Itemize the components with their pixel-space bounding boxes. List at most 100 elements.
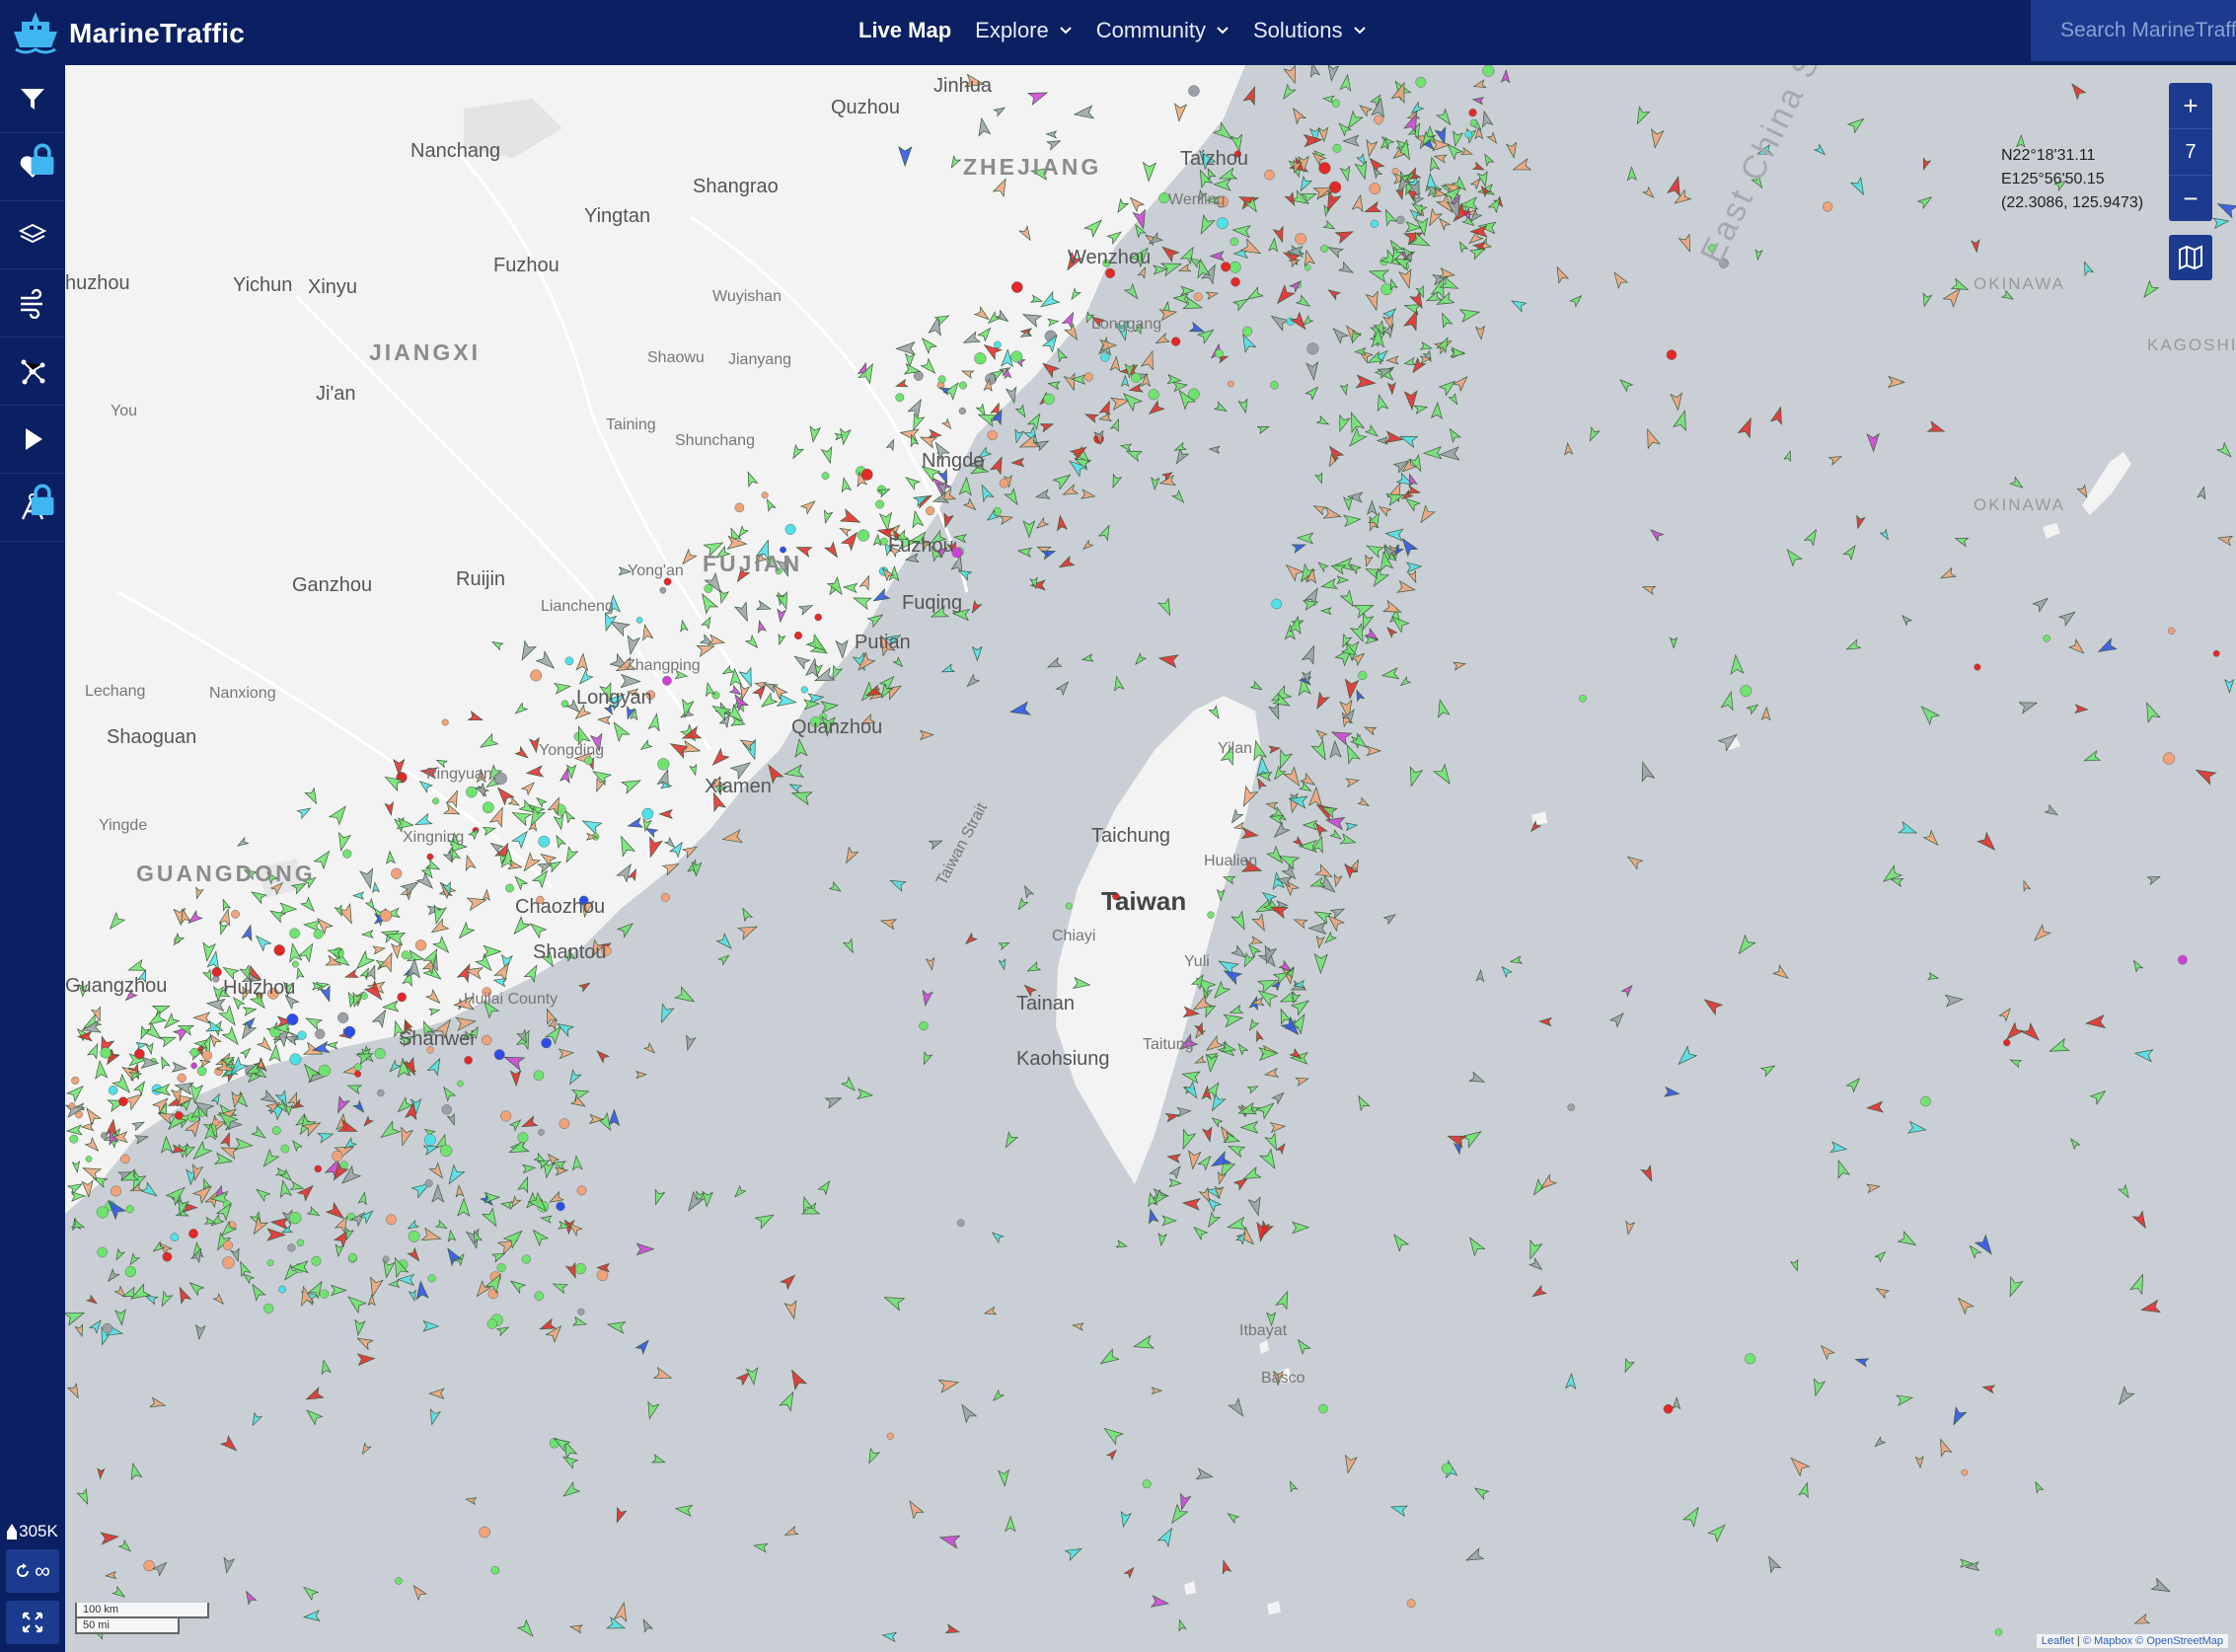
my-fleets-button[interactable] bbox=[0, 133, 65, 201]
anchored-vessel-marker bbox=[441, 1104, 452, 1115]
map-label: Nanchang bbox=[410, 140, 501, 162]
live-map[interactable]: Jinhua Quzhou Nanchang ZHEJIANG Shangrao… bbox=[65, 65, 2236, 1652]
map-label: Xingning bbox=[403, 829, 465, 846]
map-label: Quanzhou bbox=[791, 716, 883, 738]
anchored-vessel-marker bbox=[170, 1233, 180, 1242]
anchored-vessel-marker bbox=[1229, 261, 1241, 273]
cursor-coordinates: N22°18'31.11 E125°56'50.15 (22.3086, 125… bbox=[2001, 144, 2143, 215]
anchored-vessel-marker bbox=[1221, 262, 1231, 272]
fullscreen-button[interactable] bbox=[6, 1601, 59, 1644]
map-label: Zhangping bbox=[626, 657, 701, 674]
anchored-vessel-marker bbox=[1142, 1479, 1152, 1489]
map-label: Itbayat bbox=[1239, 1322, 1288, 1339]
anchored-vessel-marker bbox=[102, 1322, 112, 1334]
anchored-vessel-marker bbox=[1230, 276, 1240, 287]
brand[interactable]: MarineTraffic bbox=[10, 6, 245, 61]
anchored-vessel-marker bbox=[211, 966, 222, 978]
layers-button[interactable] bbox=[0, 201, 65, 269]
anchored-vessel-marker bbox=[96, 1206, 109, 1219]
anchored-vessel-marker bbox=[177, 1073, 186, 1083]
map-label: Shaowu bbox=[647, 349, 705, 366]
coord-lat: N22°18'31.11 bbox=[2001, 147, 2096, 164]
anchored-vessel-marker bbox=[974, 352, 987, 365]
anchored-vessel-marker bbox=[97, 1246, 108, 1258]
anchored-vessel-marker bbox=[337, 1012, 349, 1023]
anchored-vessel-marker bbox=[188, 1229, 198, 1239]
anchored-vessel-marker bbox=[541, 1037, 553, 1049]
search-box[interactable] bbox=[2031, 0, 2236, 61]
weather-button[interactable] bbox=[0, 269, 65, 338]
anchored-vessel-marker bbox=[278, 1285, 286, 1294]
anchored-vessel-marker bbox=[1242, 326, 1253, 337]
anchored-vessel-marker bbox=[280, 1144, 290, 1154]
anchored-vessel-marker bbox=[2003, 1038, 2011, 1047]
anchored-vessel-marker bbox=[222, 1239, 233, 1250]
anchored-vessel-marker bbox=[189, 1047, 199, 1057]
map-label: You bbox=[111, 403, 137, 419]
map-label: OKINAWA bbox=[1974, 274, 2066, 293]
anchored-vessel-marker bbox=[659, 586, 667, 594]
attribution-leaflet-link[interactable]: Leaflet bbox=[2042, 1635, 2074, 1647]
chevron-down-icon bbox=[1060, 27, 1072, 35]
nav-live-map[interactable]: Live Map bbox=[858, 18, 951, 43]
filters-button[interactable] bbox=[0, 65, 65, 133]
anchored-vessel-marker bbox=[125, 1205, 134, 1214]
anchored-vessel-marker bbox=[1065, 902, 1073, 910]
anchored-vessel-marker bbox=[68, 1102, 76, 1109]
anchored-vessel-marker bbox=[289, 1053, 302, 1066]
anchored-vessel-marker bbox=[1010, 281, 1023, 293]
zoom-level: 7 bbox=[2169, 129, 2212, 176]
anchored-vessel-marker bbox=[556, 1201, 565, 1212]
anchored-vessel-marker bbox=[332, 1150, 343, 1163]
zoom-out-button[interactable]: − bbox=[2169, 176, 2212, 221]
chevron-down-icon bbox=[1217, 27, 1229, 35]
measure-button[interactable] bbox=[0, 474, 65, 542]
anchored-vessel-marker bbox=[958, 381, 967, 390]
left-toolbar: 305K ∞ bbox=[0, 65, 65, 1652]
anchored-vessel-marker bbox=[2167, 627, 2176, 636]
map-icon bbox=[2179, 245, 2202, 270]
anchored-vessel-marker bbox=[500, 1110, 512, 1122]
nav-community[interactable]: Community bbox=[1096, 18, 1230, 43]
map-type-button[interactable] bbox=[2169, 235, 2212, 280]
map-label: Ruijin bbox=[456, 568, 506, 590]
anchored-vessel-marker bbox=[408, 1230, 420, 1242]
playback-button[interactable] bbox=[0, 406, 65, 474]
anchored-vessel-marker bbox=[958, 407, 967, 415]
map-label: Fuzhou bbox=[493, 255, 559, 276]
anchored-vessel-marker bbox=[987, 429, 998, 441]
search-input[interactable] bbox=[2058, 18, 2236, 43]
ship-icon bbox=[7, 1524, 18, 1539]
map-basemap[interactable] bbox=[65, 65, 2236, 1652]
anchored-vessel-marker bbox=[286, 1014, 299, 1026]
anchored-vessel-marker bbox=[466, 786, 478, 798]
anchored-vessel-marker bbox=[895, 393, 905, 403]
map-label: huzhou bbox=[65, 272, 130, 294]
anchored-vessel-marker bbox=[999, 478, 1009, 488]
attribution-osm-link[interactable]: © OpenStreetMap bbox=[2135, 1635, 2223, 1647]
nav-explore[interactable]: Explore bbox=[975, 18, 1073, 43]
anchored-vessel-marker bbox=[432, 797, 440, 805]
anchored-vessel-marker bbox=[100, 1047, 112, 1059]
anchored-vessel-marker bbox=[289, 1211, 302, 1225]
anchored-vessel-marker bbox=[426, 853, 434, 861]
anchored-vessel-marker bbox=[266, 1259, 274, 1267]
nav-solutions[interactable]: Solutions bbox=[1253, 18, 1367, 43]
lock-icon bbox=[31, 143, 54, 175]
map-label: Quzhou bbox=[831, 97, 901, 118]
anchored-vessel-marker bbox=[1469, 118, 1478, 127]
attribution-mapbox-link[interactable]: © Mapbox bbox=[2083, 1635, 2132, 1647]
map-label: Yong'an bbox=[628, 563, 684, 579]
map-label: Jinhua bbox=[933, 75, 992, 97]
anchored-vessel-marker bbox=[439, 1144, 453, 1158]
anchored-vessel-marker bbox=[124, 1265, 136, 1278]
anchored-vessel-marker bbox=[108, 1086, 118, 1095]
refresh-icon bbox=[17, 1563, 30, 1577]
zoom-in-button[interactable]: + bbox=[2169, 83, 2212, 129]
density-button[interactable] bbox=[0, 338, 65, 406]
anchored-vessel-marker bbox=[397, 992, 407, 1003]
anchored-vessel-marker bbox=[481, 1034, 492, 1046]
map-attribution: Leaflet | © Mapbox © OpenStreetMap bbox=[2036, 1634, 2228, 1648]
anchored-vessel-marker bbox=[913, 370, 924, 381]
auto-refresh-button[interactable]: ∞ bbox=[6, 1549, 59, 1593]
